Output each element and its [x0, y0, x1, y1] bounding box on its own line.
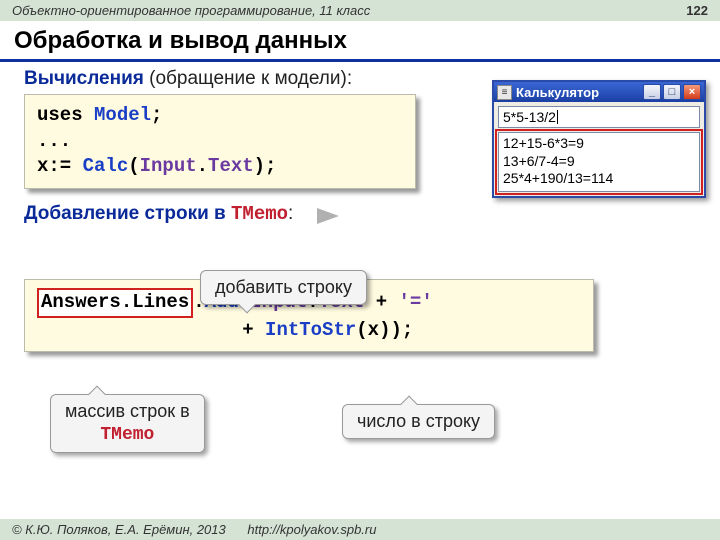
- section-lead-2: Добавление строки в: [24, 203, 231, 224]
- calc-app-icon: ≡: [497, 85, 512, 100]
- copyright: © К.Ю. Поляков, Е.А. Ерёмин, 2013: [12, 522, 226, 537]
- arrow-right-icon: [317, 208, 339, 224]
- section-memo-line: Добавление строки в TMemo:: [24, 203, 704, 229]
- memo-line: 13+6/7-4=9: [503, 153, 695, 171]
- callout-array-memo: массив строк в TMemo: [50, 394, 205, 453]
- calc-window: ≡ Калькулятор _ □ × 5*5-13/2 12+15-6*3=9…: [492, 80, 706, 198]
- memo-line: 25*4+190/13=114: [503, 170, 695, 188]
- header-strip: Объектно-ориентированное программировани…: [0, 0, 720, 21]
- callout-add-line: добавить строку: [200, 270, 367, 305]
- callout-num-to-str: число в строку: [342, 404, 495, 439]
- calc-body: 5*5-13/2 12+15-6*3=9 13+6/7-4=9 25*4+190…: [494, 102, 704, 196]
- close-icon[interactable]: ×: [683, 84, 701, 100]
- section-lead: Вычисления: [24, 68, 144, 89]
- page-title: Обработка и вывод данных: [0, 21, 720, 62]
- minimize-icon[interactable]: _: [643, 84, 661, 100]
- section-rest: (обращение к модели):: [144, 68, 352, 89]
- course-label: Объектно-ориентированное программировани…: [12, 3, 370, 18]
- code-block-1: uses Model; ... x:= Calc(Input.Text);: [24, 94, 416, 189]
- footer: © К.Ю. Поляков, Е.А. Ерёмин, 2013 http:/…: [0, 519, 720, 540]
- tmemo-label: TMemo: [231, 203, 288, 225]
- calc-memo[interactable]: 12+15-6*3=9 13+6/7-4=9 25*4+190/13=114: [498, 132, 700, 192]
- footer-url: http://kpolyakov.spb.ru: [247, 522, 376, 537]
- calc-titlebar[interactable]: ≡ Калькулятор _ □ ×: [494, 82, 704, 102]
- memo-line: 12+15-6*3=9: [503, 135, 695, 153]
- page-number: 122: [686, 3, 708, 18]
- calc-title: Калькулятор: [516, 85, 639, 100]
- calc-input[interactable]: 5*5-13/2: [498, 106, 700, 128]
- maximize-icon[interactable]: □: [663, 84, 681, 100]
- highlight-answers-lines: Answers.Lines: [37, 288, 193, 318]
- text-caret-icon: [557, 110, 558, 124]
